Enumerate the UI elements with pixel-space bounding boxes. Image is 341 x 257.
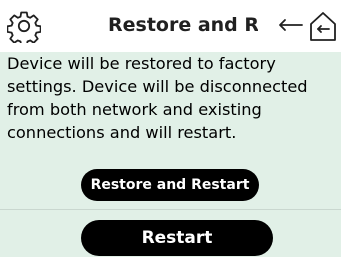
restore-and-restart-button[interactable]: Restore and Restart	[81, 169, 259, 201]
restore-message: Device will be restored to factory setti…	[7, 54, 308, 142]
restore-screen: Restore and R Device will be restored to…	[0, 0, 341, 257]
back-button[interactable]	[273, 13, 307, 37]
divider	[0, 209, 341, 210]
restart-button[interactable]: Restart	[81, 220, 273, 256]
header-bar: Restore and R	[0, 0, 341, 52]
home-icon	[310, 12, 336, 41]
gear-icon	[7, 11, 41, 43]
page-title: Restore and R	[108, 14, 258, 36]
settings-button[interactable]	[4, 6, 44, 46]
home-button[interactable]	[305, 6, 341, 46]
back-arrow-icon	[279, 19, 303, 31]
